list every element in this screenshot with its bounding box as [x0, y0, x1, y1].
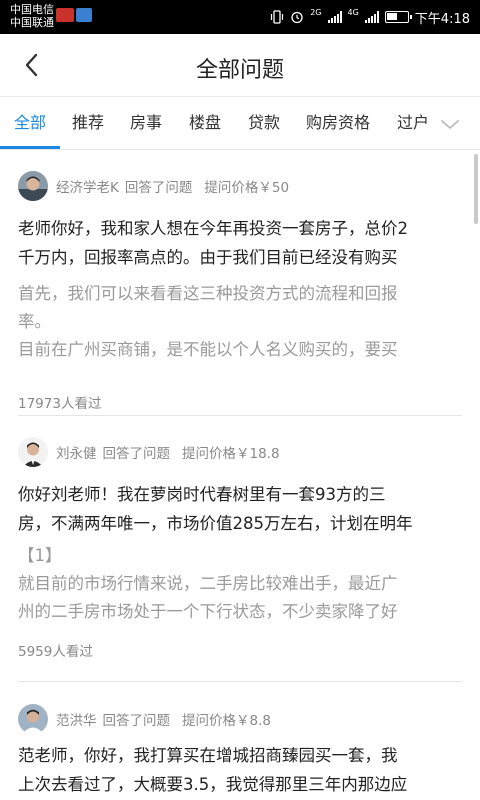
answer-meta: 刘永健 回答了问题 提问价格￥18.8	[18, 436, 280, 468]
carrier-2: 中国联通	[10, 16, 54, 29]
vibrate-icon	[271, 10, 284, 24]
tab-purchase-eligibility[interactable]: 购房资格	[306, 97, 370, 149]
question-price: 提问价格￥18.8	[182, 446, 280, 462]
network-type-1: 2G	[310, 8, 322, 17]
answer-preview: 首先，我们可以来看看这三种投资方式的流程和回报 率。 目前在广州买商铺，是不能以…	[18, 280, 462, 364]
card-divider	[18, 681, 462, 682]
carrier-names: 中国电信 中国联通	[10, 3, 54, 29]
status-time: 下午4:18	[414, 11, 470, 27]
answer-line: 州的二手房市场处于一个下行状态，不少卖家降了好	[18, 602, 398, 621]
tab-transfer[interactable]: 过户	[397, 97, 429, 149]
page-title: 全部问题	[195, 58, 284, 83]
avatar[interactable]	[18, 171, 48, 201]
active-tab-indicator	[0, 146, 60, 149]
question-text: 范老师，你好，我打算买在增城招商臻园买一套，我 上次去看过了，大概要3.5，我觉…	[18, 741, 462, 799]
tab-recommended[interactable]: 推荐	[72, 97, 104, 149]
question-price: 提问价格￥50	[204, 180, 290, 196]
answer-line: 率。	[18, 312, 51, 331]
signal-icon-2	[364, 11, 379, 23]
question-line: 房，不满两年唯一，市场价值285万左右，计划在明年	[18, 514, 413, 533]
question-text: 老师你好，我和家人想在今年再投资一套房子，总价2 千万内，回报率高点的。由于我们…	[18, 214, 462, 272]
avatar[interactable]	[18, 704, 48, 734]
question-line: 上次去看过了，大概要3.5，我觉得那里三年内那边应	[18, 775, 408, 794]
tab-loans[interactable]: 贷款	[248, 97, 280, 149]
answer-action: 回答了问题	[102, 446, 171, 462]
answer-line: 【1】	[18, 546, 62, 565]
answer-preview: 【1】 就目前的市场行情来说，二手房比较难出手，最近广 州的二手房市场处于一个下…	[18, 542, 462, 626]
carrier-1: 中国电信	[10, 3, 54, 16]
status-bar: 中国电信 中国联通 2G 4G 下午4:18	[0, 0, 480, 34]
expert-name[interactable]: 范洪华	[56, 709, 97, 729]
network-type-2: 4G	[347, 8, 359, 17]
answer-meta: 经济学老K 回答了问题 提问价格￥50	[18, 170, 289, 202]
answer-line: 目前在广州买商铺，是不能以个人名义购买的，要买	[18, 340, 398, 359]
answer-line: 就目前的市场行情来说，二手房比较难出手，最近广	[18, 574, 398, 593]
category-tabs: 全部 推荐 房事 楼盘 贷款 购房资格 过户	[0, 96, 480, 150]
view-count: 17973人看过	[18, 396, 102, 412]
question-card[interactable]: 范洪华 回答了问题 提问价格￥8.8 范老师，你好，我打算买在增城招商臻园买一套…	[18, 703, 462, 800]
question-price: 提问价格￥8.8	[182, 713, 271, 729]
answer-line: 首先，我们可以来看看这三种投资方式的流程和回报	[18, 284, 398, 303]
tab-all[interactable]: 全部	[14, 97, 46, 149]
status-indicators: 2G 4G 下午4:18	[270, 0, 470, 34]
question-text: 你好刘老师！我在萝岗时代春树里有一套93方的三 房，不满两年唯一，市场价值285…	[18, 480, 462, 538]
avatar[interactable]	[18, 437, 48, 467]
question-card[interactable]: 经济学老K 回答了问题 提问价格￥50 老师你好，我和家人想在今年再投资一套房子…	[18, 170, 462, 412]
question-line: 范老师，你好，我打算买在增城招商臻园买一套，我	[18, 746, 398, 765]
question-list: 经济学老K 回答了问题 提问价格￥50 老师你好，我和家人想在今年再投资一套房子…	[0, 150, 480, 800]
expert-name[interactable]: 经济学老K	[56, 176, 119, 196]
question-line: 你好刘老师！我在萝岗时代春树里有一套93方的三	[18, 485, 386, 504]
expert-name[interactable]: 刘永健	[56, 442, 97, 462]
answer-meta: 范洪华 回答了问题 提问价格￥8.8	[18, 703, 271, 735]
alarm-icon	[291, 11, 303, 24]
app-notification-icon	[56, 8, 74, 22]
tab-developments[interactable]: 楼盘	[189, 97, 221, 149]
app-header: 全部问题	[0, 34, 480, 96]
card-divider	[18, 415, 462, 416]
chevron-down-icon[interactable]	[440, 114, 460, 134]
tab-housing-matters[interactable]: 房事	[130, 97, 162, 149]
answer-action: 回答了问题	[124, 180, 193, 196]
battery-icon	[384, 11, 412, 23]
question-line: 老师你好，我和家人想在今年再投资一套房子，总价2	[18, 219, 408, 238]
question-card[interactable]: 刘永健 回答了问题 提问价格￥18.8 你好刘老师！我在萝岗时代春树里有一套93…	[18, 436, 462, 676]
signal-icon-1	[327, 11, 342, 23]
answer-action: 回答了问题	[102, 713, 171, 729]
question-line: 千万内，回报率高点的。由于我们目前已经没有购买	[18, 248, 398, 267]
gallery-notification-icon	[76, 8, 92, 22]
view-count: 5959人看过	[18, 644, 93, 660]
